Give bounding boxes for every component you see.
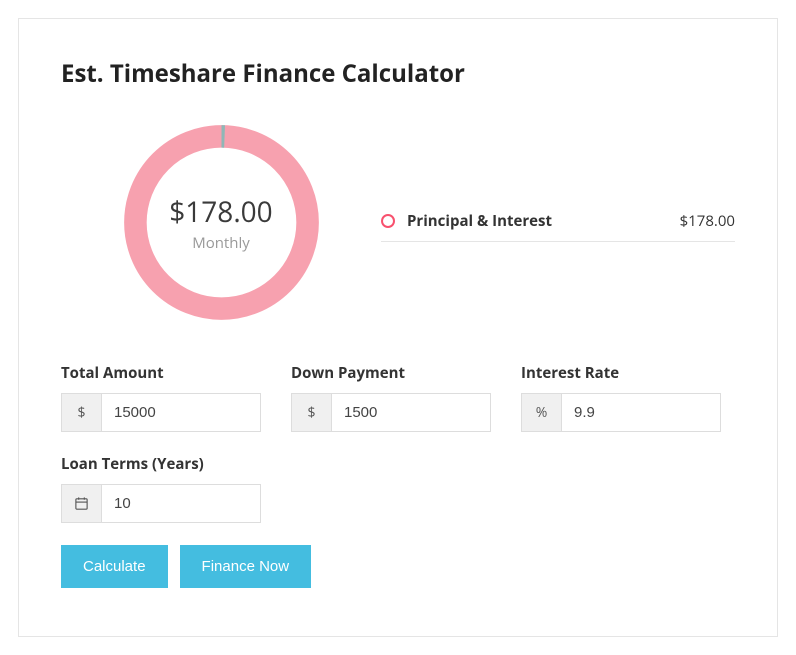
form-row-2: Loan Terms (Years) — [61, 454, 735, 523]
calculate-button[interactable]: Calculate — [61, 545, 168, 588]
dollar-icon: $ — [62, 394, 102, 431]
legend-row-principal-interest: Principal & Interest $178.00 — [381, 203, 735, 242]
finance-now-button[interactable]: Finance Now — [180, 545, 312, 588]
summary-row: $178.00 Monthly Principal & Interest $17… — [61, 120, 735, 325]
input-group-interest-rate: % — [521, 393, 721, 432]
calendar-icon — [62, 485, 102, 522]
dollar-icon: $ — [292, 394, 332, 431]
percent-icon: % — [522, 394, 562, 431]
loan-terms-input[interactable] — [102, 485, 260, 522]
field-loan-terms: Loan Terms (Years) — [61, 454, 261, 523]
field-down-payment: Down Payment $ — [291, 363, 491, 432]
input-group-loan-terms — [61, 484, 261, 523]
field-interest-rate: Interest Rate % — [521, 363, 721, 432]
input-group-down-payment: $ — [291, 393, 491, 432]
total-amount-input[interactable] — [102, 394, 260, 431]
label-total-amount: Total Amount — [61, 363, 261, 383]
buttons-row: Calculate Finance Now — [61, 545, 735, 588]
donut-chart: $178.00 Monthly — [119, 120, 324, 325]
monthly-label: Monthly — [192, 233, 250, 253]
calculator-card: Est. Timeshare Finance Calculator $178.0… — [18, 18, 778, 637]
circle-icon — [381, 214, 395, 228]
monthly-amount: $178.00 — [169, 193, 272, 231]
interest-rate-input[interactable] — [562, 394, 720, 431]
form-row-1: Total Amount $ Down Payment $ Interest R… — [61, 363, 735, 432]
donut-center: $178.00 Monthly — [119, 120, 324, 325]
legend: Principal & Interest $178.00 — [381, 203, 735, 242]
page-title: Est. Timeshare Finance Calculator — [61, 57, 735, 90]
input-group-total-amount: $ — [61, 393, 261, 432]
legend-value: $178.00 — [680, 211, 735, 231]
donut-container: $178.00 Monthly — [61, 120, 381, 325]
down-payment-input[interactable] — [332, 394, 490, 431]
label-down-payment: Down Payment — [291, 363, 491, 383]
label-interest-rate: Interest Rate — [521, 363, 721, 383]
legend-label: Principal & Interest — [407, 211, 552, 231]
label-loan-terms: Loan Terms (Years) — [61, 454, 261, 474]
field-total-amount: Total Amount $ — [61, 363, 261, 432]
